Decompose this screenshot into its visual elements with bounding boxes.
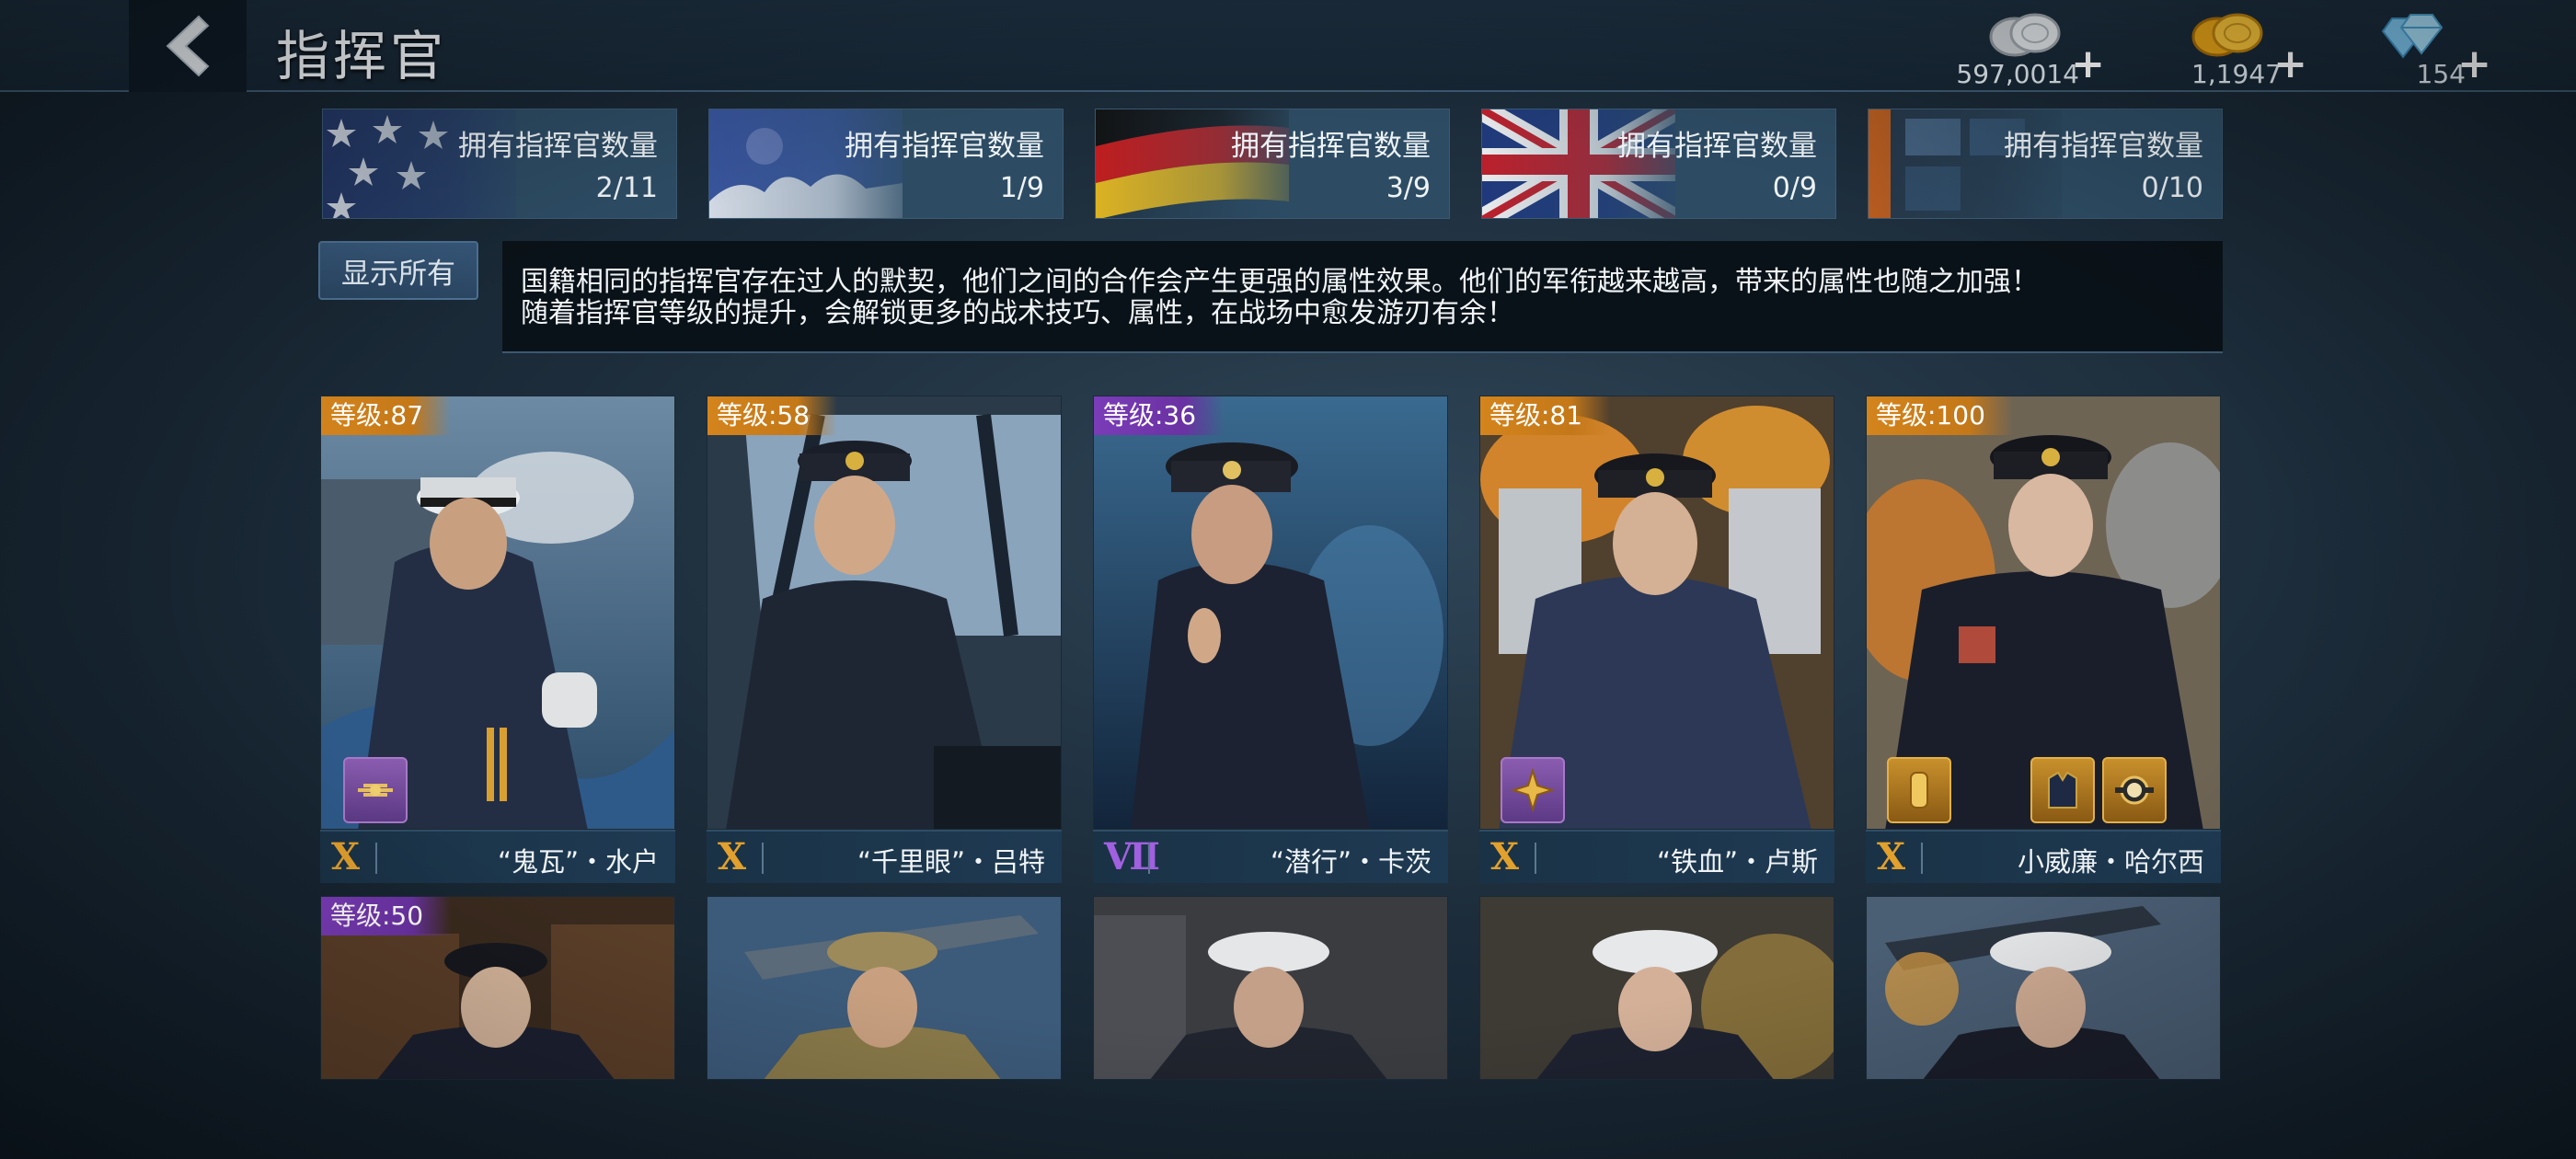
commander-card[interactable]: 等级:36 xyxy=(1093,396,1448,830)
commander-card[interactable]: 等级:87 xyxy=(320,396,675,830)
nation-tab-count: 0/9 xyxy=(1772,172,1817,204)
rank-badge: X xyxy=(331,835,361,878)
commander-name: “鬼瓦”・水户 xyxy=(497,846,659,878)
commander-name-bar: X 小威廉・哈尔西 xyxy=(1866,830,2221,883)
nation-tab-count: 2/11 xyxy=(595,172,658,204)
gold-coin-icon xyxy=(2191,13,2263,57)
skill-slot[interactable] xyxy=(2102,757,2167,823)
commander-card[interactable]: 等级:50 xyxy=(320,896,675,1080)
nation-tab-uk[interactable]: 拥有指挥官数量 0/9 xyxy=(1481,109,1836,219)
commander-name: “铁血”・卢斯 xyxy=(1656,846,1818,878)
silver-amount: 597,0014 xyxy=(1956,59,2079,89)
back-arrow-icon xyxy=(166,15,210,77)
commander-portrait xyxy=(1094,396,1447,829)
skill-slot[interactable] xyxy=(2030,757,2095,823)
nation-tab-label: 拥有指挥官数量 xyxy=(458,130,658,163)
commander-portrait xyxy=(707,396,1061,829)
skill-slot[interactable] xyxy=(1501,757,1565,823)
nation-tab-label: 拥有指挥官数量 xyxy=(845,130,1044,163)
nation-tab-count: 3/9 xyxy=(1386,172,1431,204)
commander-name-bar: X “鬼瓦”・水户 xyxy=(320,830,675,883)
gold-amount: 1,1947 xyxy=(2191,59,2282,89)
rank-badge: X xyxy=(1490,835,1520,878)
commander-portrait xyxy=(1094,897,1447,1079)
nation-tab-germany[interactable]: 拥有指挥官数量 3/9 xyxy=(1095,109,1450,219)
commander-portrait xyxy=(1867,897,2220,1079)
uniform-icon xyxy=(2048,771,2077,809)
nation-tab-count: 1/9 xyxy=(999,172,1044,204)
add-diamond-button[interactable]: + xyxy=(2457,40,2491,87)
medal-cross-icon xyxy=(1510,767,1556,813)
description-box: 国籍相同的指挥官存在过人的默契，他们之间的合作会产生更强的属性效果。他们的军衔越… xyxy=(502,241,2223,353)
level-badge: 等级:58 xyxy=(707,396,838,435)
level-badge: 等级:100 xyxy=(1867,396,2013,435)
commander-name: 小威廉・哈尔西 xyxy=(2017,846,2204,878)
gold-currency: 1,1947 + xyxy=(2144,4,2309,89)
page-title: 指挥官 xyxy=(276,25,448,87)
nation-tab-label: 拥有指挥官数量 xyxy=(2004,130,2203,163)
description-line-1: 国籍相同的指挥官存在过人的默契，他们之间的合作会产生更强的属性效果。他们的军衔越… xyxy=(521,266,2039,298)
nation-tab-label: 拥有指挥官数量 xyxy=(1617,130,1817,163)
level-badge: 等级:36 xyxy=(1094,396,1225,435)
rank-badge: X xyxy=(1877,835,1906,878)
commander-portrait xyxy=(1480,897,1834,1079)
insignia-badge-icon xyxy=(358,784,393,797)
commander-card[interactable] xyxy=(707,896,1062,1080)
level-badge: 等级:50 xyxy=(321,897,452,935)
commander-card[interactable] xyxy=(1479,896,1834,1080)
skill-slot[interactable] xyxy=(1887,757,1951,823)
silver-currency: 597,0014 + xyxy=(1941,4,2107,89)
commander-card[interactable]: 等级:100 xyxy=(1866,396,2221,830)
commander-card[interactable]: 等级:58 xyxy=(707,396,1062,830)
nation-tab-label: 拥有指挥官数量 xyxy=(1231,130,1431,163)
commander-name-bar: X “铁血”・卢斯 xyxy=(1479,830,1834,883)
skill-slot[interactable] xyxy=(343,757,408,823)
show-all-button[interactable]: 显示所有 xyxy=(318,241,478,300)
level-badge: 等级:81 xyxy=(1480,396,1611,435)
commander-name-bar: X “千里眼”・吕特 xyxy=(707,830,1062,883)
rank-badge: Ⅶ xyxy=(1104,835,1160,878)
rank-badge: X xyxy=(718,835,747,878)
commander-card[interactable] xyxy=(1866,896,2221,1080)
top-bar: 指挥官 597,0014 + 1,1947 + 154 + xyxy=(0,0,2576,92)
commander-name-bar: Ⅶ “潜行”・卡茨 xyxy=(1093,830,1448,883)
commander-portrait xyxy=(707,897,1061,1079)
nation-tab-japan[interactable]: 拥有指挥官数量 1/9 xyxy=(708,109,1064,219)
diamond-currency: 154 + xyxy=(2328,4,2493,89)
shoulder-board-icon xyxy=(1910,772,1928,809)
silver-coin-icon xyxy=(1989,13,2061,57)
commander-name: “千里眼”・吕特 xyxy=(857,846,1045,878)
add-gold-button[interactable]: + xyxy=(2273,40,2307,87)
watch-icon xyxy=(2115,775,2154,805)
commander-name: “潜行”・卡茨 xyxy=(1270,846,1432,878)
back-button[interactable] xyxy=(129,0,247,92)
nation-tab-other[interactable]: 拥有指挥官数量 0/10 xyxy=(1868,109,2223,219)
nation-tab-count: 0/10 xyxy=(2141,172,2203,204)
description-line-2: 随着指挥官等级的提升，会解锁更多的战术技巧、属性，在战场中愈发游刃有余！ xyxy=(521,297,1514,329)
diamond-icon xyxy=(2381,14,2444,59)
level-badge: 等级:87 xyxy=(321,396,452,435)
commander-card[interactable] xyxy=(1093,896,1448,1080)
add-silver-button[interactable]: + xyxy=(2071,40,2105,87)
commander-card[interactable]: 等级:81 xyxy=(1479,396,1834,830)
nation-tab-usa[interactable]: 拥有指挥官数量 2/11 xyxy=(322,109,677,219)
